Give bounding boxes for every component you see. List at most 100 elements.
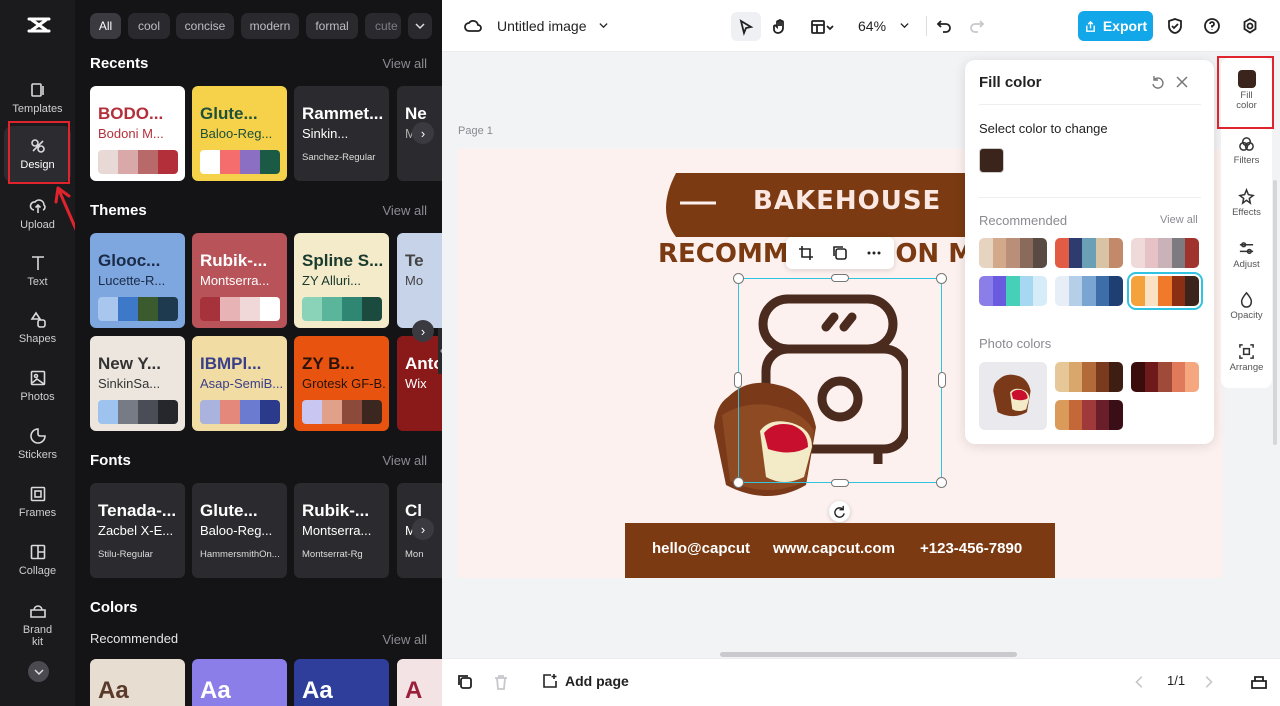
footer-phone[interactable]: +123-456-7890	[920, 540, 1022, 557]
nav-stickers[interactable]: Stickers	[4, 416, 71, 472]
design-card[interactable]: ZY B... Grotesk GF-B...	[294, 336, 389, 431]
recents-next-button[interactable]: ›	[412, 122, 434, 144]
filters-tool[interactable]: Filters	[1221, 136, 1272, 166]
selection-box[interactable]	[733, 273, 947, 488]
nav-brand-kit[interactable]: Brand kit	[4, 596, 71, 654]
resize-handle[interactable]	[733, 273, 744, 284]
recommended-palette[interactable]	[979, 276, 1047, 306]
cloud-sync-icon[interactable]	[462, 16, 484, 36]
more-options-icon[interactable]	[866, 245, 882, 261]
design-card[interactable]: Rubik-... Montserra... Montserrat-Rg	[294, 483, 389, 578]
footer-email[interactable]: hello@capcut	[652, 540, 750, 557]
current-color-swatch[interactable]	[979, 148, 1004, 173]
design-card[interactable]: Anto Wix	[397, 336, 442, 431]
color-palette-card[interactable]: Aa	[90, 659, 185, 706]
photo-palette[interactable]	[1055, 400, 1123, 430]
photo-thumbnail[interactable]	[979, 362, 1047, 430]
zoom-level[interactable]: 64%	[858, 18, 886, 34]
color-palette-card[interactable]: A	[397, 659, 442, 706]
hand-tool-button[interactable]	[765, 12, 795, 41]
add-page-button[interactable]: Add page	[541, 672, 629, 690]
reset-icon[interactable]	[1151, 75, 1165, 89]
filter-chip-modern[interactable]: modern	[241, 13, 299, 39]
nav-collapse-button[interactable]	[28, 661, 49, 682]
fill-color-tool[interactable]: Fill color	[1221, 70, 1272, 111]
recommended-palette[interactable]	[1055, 276, 1123, 306]
undo-button[interactable]	[933, 15, 955, 37]
design-card[interactable]: Glute... Baloo-Reg...	[192, 86, 287, 181]
recommended-palette[interactable]	[1055, 238, 1123, 268]
zoom-chevron-icon[interactable]	[897, 18, 911, 32]
prev-page-button[interactable]	[1132, 672, 1148, 692]
opacity-tool[interactable]: Opacity	[1221, 291, 1272, 321]
nav-design[interactable]: Design	[4, 126, 71, 182]
fonts-next-button[interactable]: ›	[412, 518, 434, 540]
title-menu-chevron-icon[interactable]	[595, 17, 611, 33]
filter-chip-formal[interactable]: formal	[306, 13, 358, 39]
recents-view-all[interactable]: View all	[382, 56, 427, 71]
horizontal-scrollbar[interactable]	[720, 652, 1017, 657]
design-card[interactable]: Glute... Baloo-Reg... HammersmithOn...	[192, 483, 287, 578]
arrange-tool[interactable]: Arrange	[1221, 343, 1272, 373]
design-card[interactable]: Spline S... ZY Alluri...	[294, 233, 389, 328]
design-card[interactable]: Tenada-... Zacbel X-E... Stilu-Regular	[90, 483, 185, 578]
resize-handle[interactable]	[936, 477, 947, 488]
design-card[interactable]: New Y... SinkinSa...	[90, 336, 185, 431]
design-card[interactable]: Te Mo	[397, 233, 442, 328]
capcut-logo[interactable]	[26, 14, 52, 36]
export-button[interactable]: Export	[1078, 11, 1153, 41]
recommended-palette[interactable]	[979, 238, 1047, 268]
recommended-palette[interactable]	[1127, 272, 1203, 310]
color-palette-card[interactable]: Aa	[294, 659, 389, 706]
nav-frames[interactable]: Frames	[4, 474, 71, 530]
colors-view-all[interactable]: View all	[382, 632, 427, 647]
delete-page-button[interactable]	[490, 671, 512, 693]
design-card[interactable]: Rammet... Sinkin... Sanchez-Regular	[294, 86, 389, 181]
filter-more-button[interactable]	[408, 13, 432, 39]
document-title[interactable]: Untitled image	[497, 18, 587, 34]
resize-handle[interactable]	[831, 274, 849, 282]
design-card[interactable]: IBMPl... Asap-SemiB...	[192, 336, 287, 431]
themes-view-all[interactable]: View all	[382, 203, 427, 218]
design-card[interactable]: BODO... Bodoni M...	[90, 86, 185, 181]
filter-chip-cute[interactable]: cute	[365, 13, 401, 39]
effects-tool[interactable]: Effects	[1221, 188, 1272, 218]
design-card[interactable]: Glooc... Lucette-R...	[90, 233, 185, 328]
nav-photos[interactable]: Photos	[4, 358, 71, 414]
nav-collage[interactable]: Collage	[4, 532, 71, 588]
rotate-handle[interactable]	[829, 501, 850, 522]
resize-handle[interactable]	[734, 372, 742, 388]
redo-button[interactable]	[966, 15, 988, 37]
nav-templates[interactable]: Templates	[4, 70, 71, 126]
themes-next-button[interactable]: ›	[412, 320, 434, 342]
nav-upload[interactable]: Upload	[4, 186, 71, 242]
photo-palette[interactable]	[1131, 362, 1199, 392]
nav-text[interactable]: Text	[4, 243, 71, 299]
next-page-button[interactable]	[1200, 672, 1216, 692]
select-tool-button[interactable]	[731, 12, 761, 41]
vertical-scrollbar[interactable]	[1273, 180, 1277, 445]
resize-handle[interactable]	[936, 273, 947, 284]
recommended-view-all[interactable]: View all	[1160, 214, 1198, 226]
design-card[interactable]: Rubik-... Montserra...	[192, 233, 287, 328]
footer-website[interactable]: www.capcut.com	[773, 540, 895, 557]
color-palette-card[interactable]: Aa	[192, 659, 287, 706]
filter-chip-cool[interactable]: cool	[128, 13, 170, 39]
settings-button[interactable]	[1239, 15, 1261, 37]
help-button[interactable]	[1201, 15, 1223, 37]
fonts-view-all[interactable]: View all	[382, 453, 427, 468]
resize-handle[interactable]	[831, 479, 849, 487]
close-icon[interactable]	[1176, 76, 1188, 88]
pages-panel-button[interactable]	[1248, 671, 1270, 693]
resize-handle[interactable]	[733, 477, 744, 488]
duplicate-page-button[interactable]	[454, 671, 476, 693]
adjust-tool[interactable]: Adjust	[1221, 240, 1272, 270]
duplicate-icon[interactable]	[832, 245, 848, 261]
layout-menu-button[interactable]	[804, 12, 840, 41]
filter-chip-all[interactable]: All	[90, 13, 121, 39]
crop-icon[interactable]	[798, 245, 814, 261]
brand-name[interactable]: BAKEHOUSE	[753, 186, 941, 216]
shield-button[interactable]	[1164, 15, 1186, 37]
recommended-palette[interactable]	[1131, 238, 1199, 268]
resize-handle[interactable]	[938, 372, 946, 388]
